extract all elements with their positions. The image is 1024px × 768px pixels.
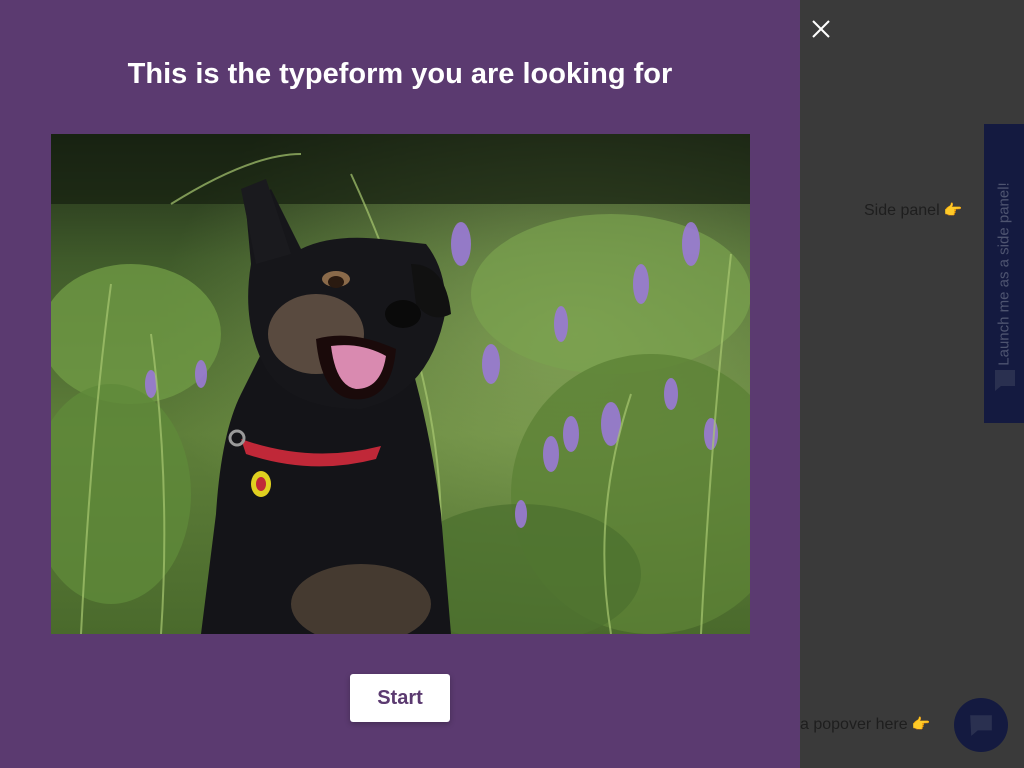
popover-launcher-button[interactable] [954, 698, 1008, 752]
start-button[interactable]: Start [350, 674, 450, 722]
page-title: This is the typeform you are looking for [127, 58, 673, 90]
dog-photo-illustration [51, 134, 750, 634]
pointing-hand-icon: 👉 [943, 202, 963, 219]
side-panel-text: Side panel [864, 202, 940, 219]
side-panel-launcher-tab[interactable]: Launch me as a side panel! [984, 124, 1024, 423]
pointing-hand-icon: 👉 [911, 716, 931, 733]
chat-bubble-icon [995, 370, 1015, 391]
popover-text: a popover here [800, 716, 908, 733]
chat-bubble-icon [970, 715, 992, 736]
side-tab-label: Launch me as a side panel! [995, 182, 1013, 366]
close-icon [812, 20, 830, 38]
side-panel-label: Side panel 👉 [864, 201, 962, 220]
hero-image [51, 134, 750, 634]
popover-label: a popover here 👉 [800, 715, 930, 734]
close-button[interactable] [808, 16, 834, 42]
typeform-panel: This is the typeform you are looking for [0, 0, 800, 768]
